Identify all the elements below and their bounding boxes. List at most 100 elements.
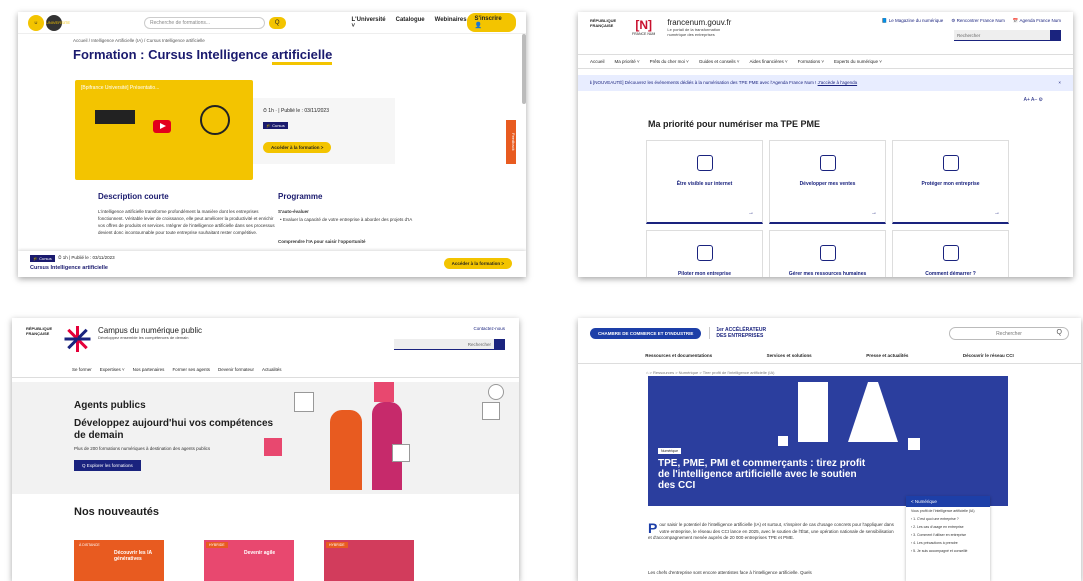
intro-text: our saisir le potentiel de l'intelligenc… — [648, 522, 894, 540]
description-text: L'intelligence artificielle transforme p… — [98, 209, 275, 235]
main-menu: Se former Expertises ˅ Nos partenaires F… — [12, 362, 519, 378]
menu-item[interactable]: Ma priorité ˅ — [615, 59, 640, 64]
news-card[interactable]: HYBRIDE Devenir agile — [204, 540, 294, 581]
cursus-badge: 🎓 Cursus — [30, 255, 55, 262]
side-nav-item[interactable]: › 3. Comment l'utiliser en entreprise — [906, 531, 990, 539]
programme-sub: S'auto-évaluer — [278, 209, 309, 214]
body-text: Les chefs d'entreprise sont encore atten… — [648, 570, 812, 575]
search-input[interactable]: Recherche de formations... — [144, 16, 265, 29]
menu-item[interactable]: Services et solutions — [767, 353, 812, 358]
side-nav-item[interactable]: › 2. Les cas d'usage en entreprise — [906, 523, 990, 531]
search-icon[interactable] — [494, 339, 505, 350]
screen-icon — [942, 245, 959, 261]
window-icon — [482, 402, 500, 420]
nav-webinaires[interactable]: Webinaires — [435, 17, 467, 29]
menu-item[interactable]: Guides et conseils ˅ — [699, 59, 740, 64]
news-card[interactable]: À DISTANCE Découvrir les IA génératives — [74, 540, 164, 581]
pixel-block — [908, 438, 920, 450]
scrollbar[interactable] — [522, 34, 526, 104]
side-nav-item[interactable]: Vous profit de l'intelligence artificiel… — [906, 507, 990, 515]
chart-icon — [819, 155, 836, 171]
news-card-title: Devenir agile — [244, 550, 276, 556]
menu-item[interactable]: Découvrir le réseau CCI — [963, 353, 1014, 358]
sticky-footer: 🎓 Cursus ⏱ 1h | Publié le : 03/11/2023 C… — [18, 251, 526, 277]
signup-button[interactable]: S'inscrire 👤 — [466, 13, 516, 32]
search-input[interactable]: Rechercher — [394, 339, 494, 350]
site-title: Campus du numérique public — [98, 326, 203, 335]
menu-item[interactable]: Nos partenaires — [133, 367, 165, 372]
menu-item[interactable]: Presse et actualités — [866, 353, 908, 358]
arrow-icon: → — [748, 210, 754, 216]
side-nav-item[interactable]: › 4. Les précautions à prendre — [906, 539, 990, 547]
nav-universite[interactable]: L'Université ˅ — [352, 17, 386, 29]
play-icon[interactable] — [153, 120, 171, 133]
access-course-button[interactable]: Accéder à la formation > — [443, 258, 512, 269]
menu-item[interactable]: Actualités — [262, 367, 282, 372]
course-name: Cursus Intelligence artificielle — [30, 265, 108, 271]
menu-item[interactable]: Former ses agents — [172, 367, 210, 372]
people-icon — [819, 245, 836, 261]
notice-link[interactable]: J'accède à l'agenda — [818, 80, 858, 85]
side-nav-header[interactable]: < Numérique — [906, 496, 990, 507]
menu-item[interactable]: Expertises ˅ — [100, 367, 125, 372]
breadcrumb: ⌂ > Ressources > Numérique > Tirer profi… — [646, 370, 775, 375]
text-size-controls[interactable]: A+ A– ⚙ — [578, 91, 1073, 103]
page-title-main: Formation : Cursus Intelligence — [73, 47, 272, 62]
card-ventes[interactable]: Développer mes ventes → — [769, 140, 886, 224]
link-agenda[interactable]: 📅 Agenda France Num — [1013, 18, 1061, 24]
video-player[interactable]: [Bpifrance Université] Présentatio... — [75, 80, 253, 180]
lock-icon — [392, 444, 410, 462]
menu-item[interactable]: Se former — [72, 367, 92, 372]
tagline: 1er ACCÉLÉRATEUR DES ENTREPRISES — [709, 327, 766, 339]
card-rh[interactable]: Gérer mes ressources humaines — [769, 230, 886, 277]
menu-item[interactable]: Ressources et documentations — [645, 353, 712, 358]
side-nav-item[interactable]: › 5. Je suis accompagné et conseillé — [906, 547, 990, 555]
menu-item[interactable]: Aides financières ˅ — [749, 59, 787, 64]
nav-catalogue[interactable]: Catalogue — [396, 17, 425, 29]
notice-banner: ℹ [NOUVEAUTÉ] Découvrez les événements d… — [578, 75, 1073, 91]
card-piloter[interactable]: Piloter mon entreprise — [646, 230, 763, 277]
menu-item[interactable]: Formations ˅ — [798, 59, 824, 64]
explore-button[interactable]: Q Explorer les formations — [74, 460, 141, 471]
link-rencontrer[interactable]: ⚙ Rencontrer France Num — [951, 18, 1005, 24]
card-proteger[interactable]: Protéger mon entreprise → — [892, 140, 1009, 224]
access-course-button[interactable]: Accéder à la formation > — [263, 142, 332, 153]
search-icon[interactable]: Q — [268, 16, 286, 29]
card-visible[interactable]: Être visible sur internet → — [646, 140, 763, 224]
header-tools: 📘 Le Magazine du numérique ⚙ Rencontrer … — [882, 18, 1061, 41]
francenum-logo[interactable]: [N] FRANCE NUM — [632, 18, 655, 36]
site-logo[interactable]: U UNIVERSITE — [28, 14, 70, 31]
news-card[interactable]: HYBRIDE — [324, 540, 414, 581]
menu-item[interactable]: Accueil — [590, 59, 605, 64]
arrow-icon: → — [871, 210, 877, 216]
cursus-badge: 🎓 Cursus — [263, 122, 288, 129]
card-demarrer[interactable]: Comment démarrer ? — [892, 230, 1009, 277]
menu-item[interactable]: Prêts du cher moi ˅ — [650, 59, 689, 64]
search-input[interactable]: Rechercher — [954, 30, 1050, 41]
menu-item[interactable]: Devenir formateur — [218, 367, 254, 372]
site-url: francenum.gouv.fr — [667, 18, 732, 27]
side-nav-item[interactable]: › 1. C'est quoi une entreprise ? — [906, 515, 990, 523]
category-badge: Numérique — [658, 448, 682, 454]
hero-section: Agents publics Développez aujourd'hui vo… — [12, 382, 519, 494]
card-label: Être visible sur internet — [676, 181, 733, 187]
hero-subtitle: Développez aujourd'hui vos compétences d… — [74, 418, 274, 441]
card-label: Comment démarrer ? — [925, 271, 976, 277]
ia-letter-block — [798, 382, 828, 442]
search-bar: Rechercher — [882, 30, 1061, 41]
link-magazine[interactable]: 📘 Le Magazine du numérique — [882, 18, 943, 24]
search-icon[interactable] — [1050, 30, 1061, 41]
contact-link[interactable]: Contactez-nous — [394, 326, 505, 331]
menu-item[interactable]: Experts du numérique ˅ — [834, 59, 882, 64]
top-bar: U UNIVERSITE Recherche de formations... … — [18, 12, 526, 34]
notice-text: ℹ [NOUVEAUTÉ] Découvrez les événements d… — [590, 80, 818, 85]
close-icon[interactable]: × — [1058, 80, 1061, 85]
search-input[interactable]: Rechercher — [949, 326, 1069, 340]
republique-logo: RÉPUBLIQUE FRANÇAISE — [590, 18, 617, 28]
cci-logo[interactable]: CHAMBRE DE COMMERCE ET D'INDUSTRIE — [590, 327, 702, 339]
video-title: [Bpifrance Université] Présentatio... — [81, 85, 160, 91]
feedback-tab[interactable]: Feedback — [506, 120, 516, 164]
hero-text: Plus de 200 formations numériques à dest… — [74, 446, 211, 451]
campus-logo-icon[interactable] — [64, 326, 91, 352]
header: RÉPUBLIQUE FRANÇAISE [N] FRANCE NUM fran… — [578, 12, 1073, 52]
